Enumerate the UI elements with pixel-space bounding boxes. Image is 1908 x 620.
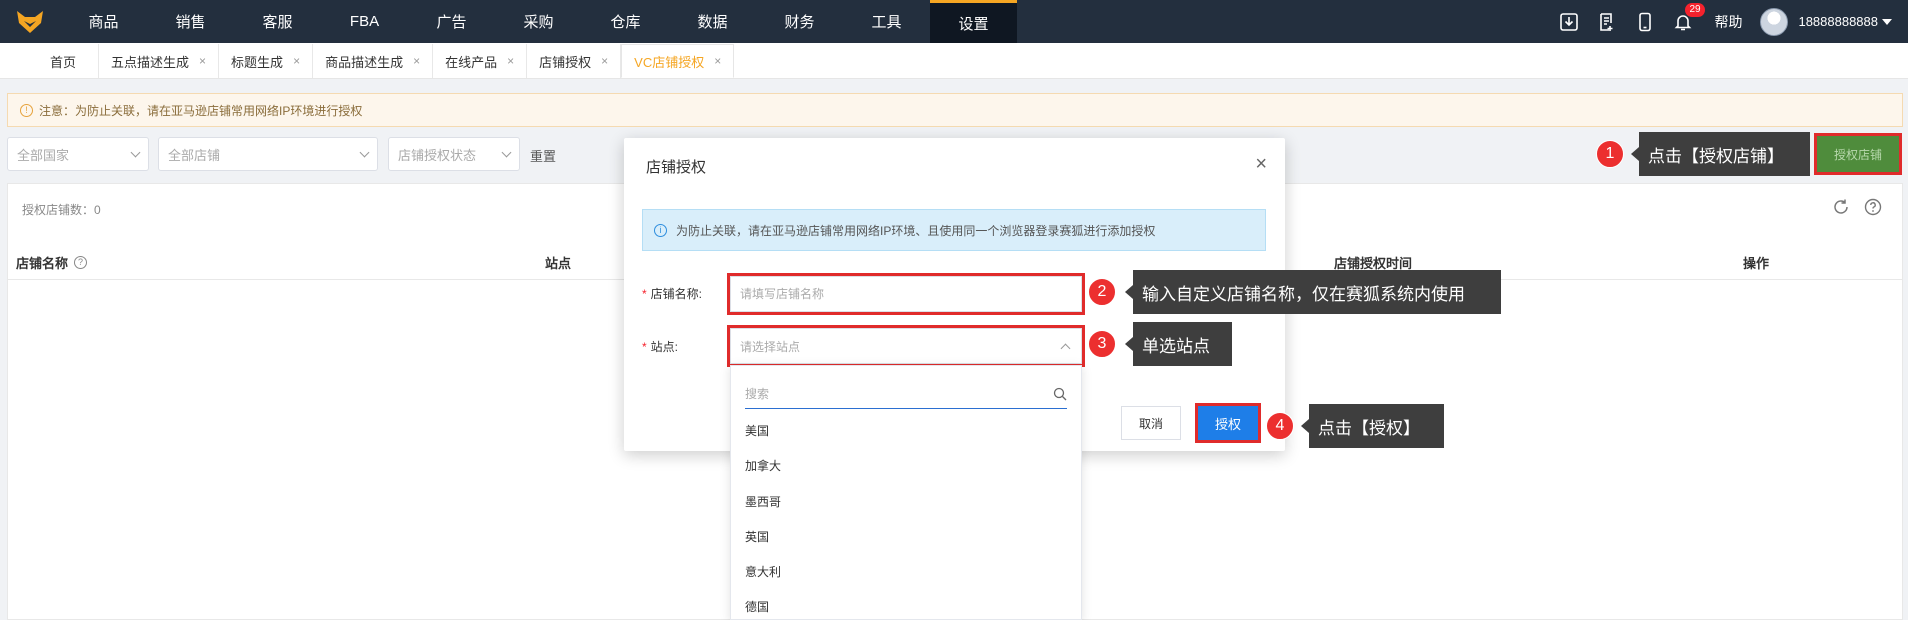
top-right-toolbar: 29 帮助 18888888888 xyxy=(1550,0,1908,43)
document-icon[interactable] xyxy=(1588,0,1626,43)
username[interactable]: 18888888888 xyxy=(1798,14,1878,29)
chevron-up-icon xyxy=(1060,343,1071,354)
site-option[interactable]: 意大利 xyxy=(745,563,781,580)
close-icon[interactable]: × xyxy=(413,54,420,68)
site-option[interactable]: 德国 xyxy=(745,598,769,615)
step-4-marker: 4 xyxy=(1266,412,1294,440)
tab-label: 标题生成 xyxy=(231,54,284,70)
shop-name-label: * 店铺名称: xyxy=(642,287,703,301)
avatar[interactable] xyxy=(1760,7,1789,36)
shop-name-input[interactable] xyxy=(727,273,1085,315)
fox-logo-icon[interactable] xyxy=(0,0,60,43)
nav-item-sales[interactable]: 销售 xyxy=(147,0,234,43)
nav-item-data[interactable]: 数据 xyxy=(669,0,756,43)
nav-item-finance[interactable]: 财务 xyxy=(756,0,843,43)
nav-item-ads[interactable]: 广告 xyxy=(408,0,495,43)
dropdown-search-input[interactable]: 搜索 xyxy=(745,379,1067,409)
top-nav: 商品 销售 客服 FBA 广告 采购 仓库 数据 财务 工具 设置 29 帮助 … xyxy=(0,0,1908,43)
tab-label: 在线产品 xyxy=(445,54,498,70)
close-icon[interactable]: × xyxy=(714,54,721,68)
tab-label: 五点描述生成 xyxy=(111,54,190,70)
tab-label: 首页 xyxy=(50,54,77,70)
nav-item-tools[interactable]: 工具 xyxy=(843,0,930,43)
step-1-marker: 1 xyxy=(1596,140,1624,168)
site-option[interactable]: 英国 xyxy=(745,528,769,545)
search-icon xyxy=(1053,387,1067,400)
shop-name-field[interactable] xyxy=(740,287,1081,301)
info-icon: i xyxy=(654,223,667,237)
mobile-icon[interactable] xyxy=(1626,0,1664,43)
notification-bell-icon[interactable]: 29 xyxy=(1664,0,1705,43)
nav-item-settings[interactable]: 设置 xyxy=(930,0,1017,43)
nav-item-service[interactable]: 客服 xyxy=(234,0,321,43)
step-2-marker: 2 xyxy=(1088,278,1116,306)
search-placeholder: 搜索 xyxy=(745,387,770,401)
tab-online-products[interactable]: 在线产品 × xyxy=(433,44,528,78)
site-dropdown: 搜索 美国 加拿大 墨西哥 英国 意大利 德国 xyxy=(730,365,1082,620)
nav-item-products[interactable]: 商品 xyxy=(60,0,147,43)
download-icon[interactable] xyxy=(1550,0,1588,43)
close-icon[interactable]: × xyxy=(601,54,608,68)
dialog-title: 店铺授权 xyxy=(646,159,707,176)
step-1-tooltip: 点击【授权店铺】 xyxy=(1631,132,1810,176)
tab-description-gen[interactable]: 商品描述生成 × xyxy=(313,44,434,78)
chevron-down-icon[interactable] xyxy=(1882,18,1892,25)
site-label-text: 站点: xyxy=(650,340,679,354)
tab-label: VC店铺授权 xyxy=(634,54,705,70)
site-option[interactable]: 加拿大 xyxy=(745,457,781,474)
nav-item-warehouse[interactable]: 仓库 xyxy=(582,0,669,43)
help-link[interactable]: 帮助 xyxy=(1714,12,1742,32)
info-alert: i 为防止关联，请在亚马逊店铺常用网络IP环境、且使用同一个浏览器登录赛狐进行添… xyxy=(642,209,1266,251)
site-option[interactable]: 美国 xyxy=(745,422,769,439)
tab-shop-auth[interactable]: 店铺授权 × xyxy=(527,44,622,78)
site-option[interactable]: 墨西哥 xyxy=(745,493,781,510)
tab-label: 店铺授权 xyxy=(539,54,592,70)
tab-home[interactable]: 首页 xyxy=(28,44,100,78)
step-3-tooltip: 单选站点 xyxy=(1125,322,1232,366)
page-tabs: 首页 五点描述生成 × 标题生成 × 商品描述生成 × 在线产品 × 店铺授权 × VC店… xyxy=(0,43,1908,79)
authorize-button[interactable]: 授权 xyxy=(1195,403,1261,443)
tab-label: 商品描述生成 xyxy=(325,54,404,70)
close-icon[interactable]: × xyxy=(1255,154,1267,174)
close-icon[interactable]: × xyxy=(199,54,206,68)
nav-item-purchase[interactable]: 采购 xyxy=(495,0,582,43)
close-icon[interactable]: × xyxy=(293,54,300,68)
tab-title-gen[interactable]: 标题生成 × xyxy=(219,44,314,78)
notification-badge: 29 xyxy=(1685,3,1705,17)
site-label: * 站点: xyxy=(642,340,679,354)
tab-vc-shop-auth[interactable]: VC店铺授权 × xyxy=(621,44,735,78)
step-2-tooltip: 输入自定义店铺名称，仅在赛狐系统内使用 xyxy=(1125,270,1501,314)
site-select[interactable]: 请选择站点 xyxy=(727,325,1085,367)
shop-name-label-text: 店铺名称: xyxy=(650,287,703,301)
info-text: 为防止关联，请在亚马逊店铺常用网络IP环境、且使用同一个浏览器登录赛狐进行添加授… xyxy=(676,223,1156,238)
step-3-marker: 3 xyxy=(1088,330,1116,358)
cancel-button[interactable]: 取消 xyxy=(1121,406,1181,440)
close-icon[interactable]: × xyxy=(507,54,514,68)
tab-bullet-points[interactable]: 五点描述生成 × xyxy=(99,44,220,78)
nav-item-fba[interactable]: FBA xyxy=(321,0,408,43)
step-4-tooltip: 点击【授权】 xyxy=(1301,404,1444,448)
site-select-placeholder: 请选择站点 xyxy=(740,339,801,354)
